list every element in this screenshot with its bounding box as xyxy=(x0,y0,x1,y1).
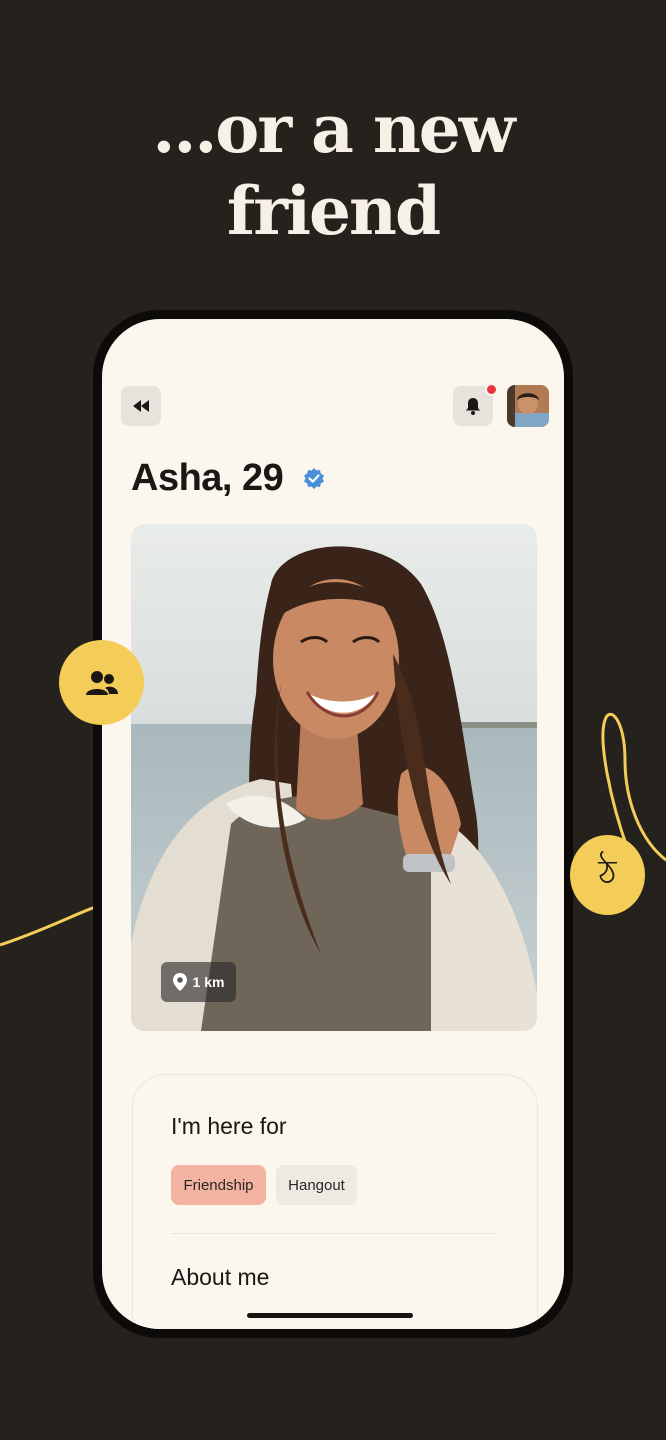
rewind-icon xyxy=(133,400,149,412)
notification-dot xyxy=(485,383,498,396)
home-indicator xyxy=(247,1313,413,1318)
user-avatar[interactable] xyxy=(507,385,549,427)
people-icon xyxy=(85,670,118,695)
bell-icon xyxy=(466,398,480,415)
rewind-button[interactable] xyxy=(121,386,161,426)
headline: ...or a new friend xyxy=(0,88,666,252)
chip-friendship[interactable]: Friendship xyxy=(171,1165,266,1205)
friends-badge xyxy=(59,640,144,725)
about-me-heading: About me xyxy=(171,1264,270,1290)
headline-line-1: ...or a new xyxy=(152,90,515,168)
avatar-image xyxy=(507,385,549,427)
profile-name-row: Asha, 29 xyxy=(131,453,325,503)
verified-badge-icon xyxy=(304,468,325,489)
distance-text: 1 km xyxy=(192,974,225,990)
phone-frame: Asha, 29 1 km I'm here for Friendship Ha… xyxy=(93,310,573,1338)
chip-hangout[interactable]: Hangout xyxy=(276,1165,357,1205)
headline-line-2: friend xyxy=(226,172,441,250)
profile-name: Asha, 29 xyxy=(131,456,284,499)
location-pin-icon xyxy=(172,973,187,991)
here-for-heading: I'm here for xyxy=(171,1113,287,1139)
profile-screen: Asha, 29 1 km I'm here for Friendship Ha… xyxy=(102,319,564,1329)
divider xyxy=(171,1233,497,1234)
profile-photo-image xyxy=(131,524,537,1031)
info-card: I'm here for Friendship Hangout About me xyxy=(132,1074,538,1329)
profile-photo[interactable]: 1 km xyxy=(131,524,537,1031)
letter-badge: ঠ xyxy=(570,835,645,915)
letter-glyph: ঠ xyxy=(598,852,617,893)
distance-badge: 1 km xyxy=(161,962,236,1002)
